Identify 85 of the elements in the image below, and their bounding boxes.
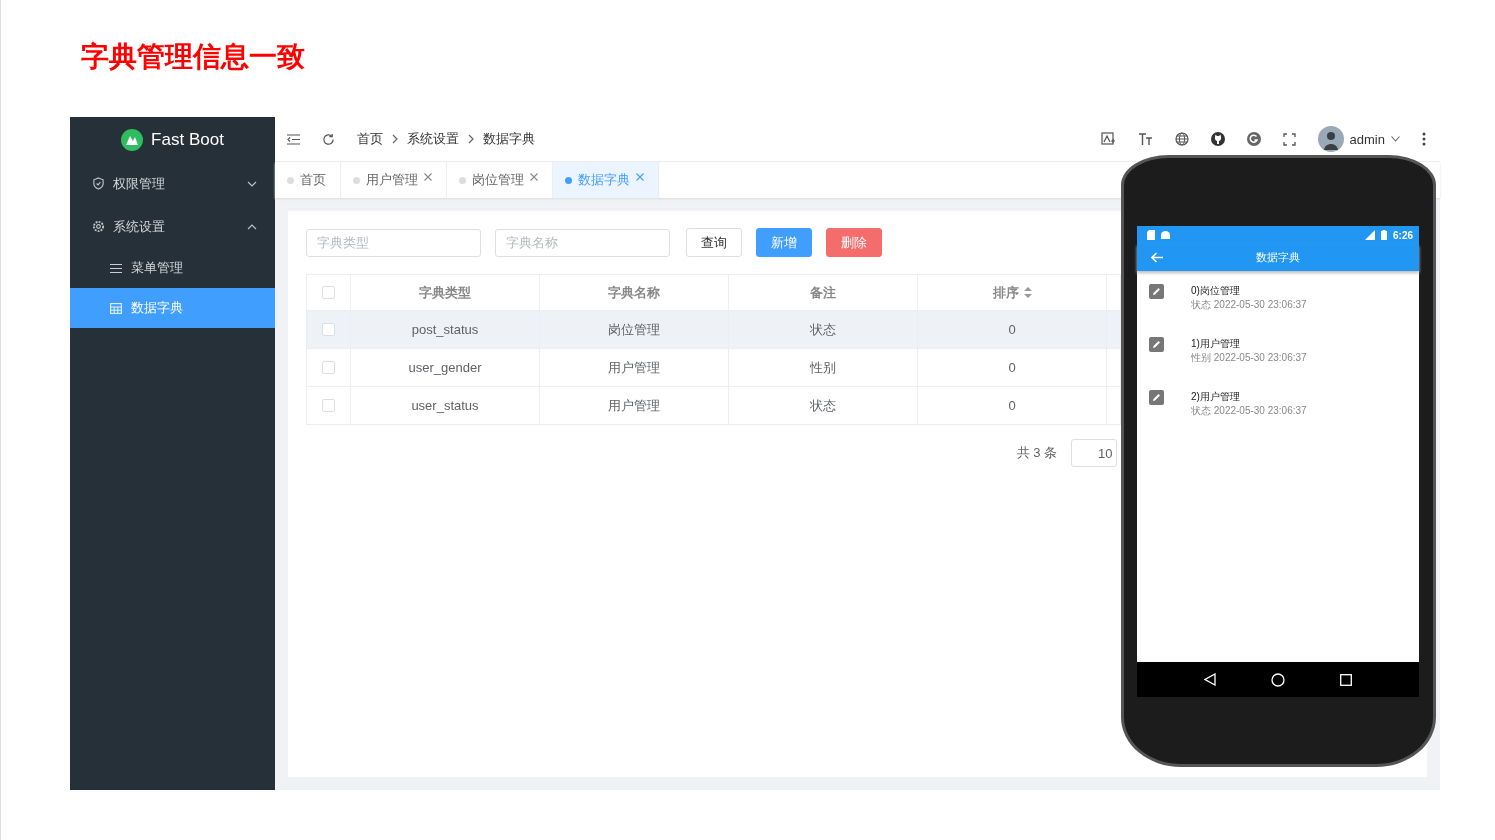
sort-icon[interactable] — [1023, 287, 1032, 298]
item-subtitle: 状态 2022-05-30 23:06:37 — [1191, 298, 1307, 312]
user-name[interactable]: admin — [1349, 131, 1385, 147]
battery-icon — [1381, 230, 1387, 240]
status-dot — [287, 176, 294, 184]
checkbox[interactable] — [322, 361, 335, 374]
menu-icon[interactable] — [287, 133, 300, 145]
close-icon[interactable] — [636, 173, 644, 181]
item-subtitle: 状态 2022-05-30 23:06:37 — [1191, 404, 1307, 418]
table-row[interactable]: post_status 岗位管理 状态 0 — [307, 310, 1120, 348]
table-cell: 0 — [917, 349, 1106, 386]
app-logo-text: Fast Boot — [151, 129, 224, 150]
search-field[interactable]: 字典名称 — [495, 228, 670, 257]
status-dot — [459, 176, 466, 184]
breadcrumb-item[interactable]: 数据字典 — [483, 130, 535, 148]
breadcrumb-item[interactable]: 首页 — [357, 130, 383, 148]
screen-title: 数据字典 — [1256, 250, 1300, 265]
shield-icon — [92, 177, 105, 190]
item-title: 0)岗位管理 — [1191, 284, 1241, 298]
fullscreen-icon[interactable] — [1282, 132, 1296, 146]
table-cell: 用户管理 — [539, 387, 728, 424]
text-size-icon[interactable] — [1137, 132, 1153, 146]
android-icon — [1161, 231, 1170, 239]
table-cell: 性别 — [728, 349, 917, 386]
table-cell: user_gender — [350, 349, 539, 386]
table-cell: 0 — [917, 387, 1106, 424]
chevron-right-icon — [468, 134, 474, 144]
back-arrow-icon[interactable] — [1151, 252, 1163, 263]
slide-title: 字典管理信息一致 — [81, 40, 305, 74]
list-item[interactable]: 1)用户管理 性别 2022-05-30 23:06:37 — [1137, 337, 1419, 390]
item-title: 1)用户管理 — [1191, 337, 1241, 351]
chevron-down-icon[interactable] — [1391, 136, 1400, 142]
status-time: 6:26 — [1393, 229, 1413, 241]
settings-icon — [92, 220, 105, 233]
signal-icon — [1365, 230, 1375, 240]
table-cell: 0 — [917, 311, 1106, 348]
chevron-up-icon — [247, 223, 257, 230]
list-item[interactable]: 2)用户管理 状态 2022-05-30 23:06:37 — [1137, 390, 1419, 443]
table-cell: 用户管理 — [539, 349, 728, 386]
status-dot — [353, 176, 360, 184]
avatar[interactable] — [1317, 126, 1344, 152]
item-subtitle: 性别 2022-05-30 23:06:37 — [1191, 351, 1307, 365]
recents-icon[interactable] — [1339, 673, 1352, 686]
home-icon[interactable] — [1271, 672, 1285, 687]
table-icon — [110, 302, 122, 314]
tab[interactable]: 用户管理 — [341, 162, 447, 198]
sidebar-item[interactable]: 菜单管理 — [70, 248, 275, 288]
list-item[interactable]: 0)岗位管理 状态 2022-05-30 23:06:37 — [1137, 284, 1419, 337]
circle-g-icon[interactable] — [1246, 132, 1261, 146]
item-title: 2)用户管理 — [1191, 390, 1241, 404]
tab[interactable]: 首页 — [275, 162, 341, 198]
total-count: 共 3 条 — [1016, 444, 1057, 462]
status-dot — [565, 176, 572, 184]
back-icon[interactable] — [1204, 673, 1217, 686]
list-icon — [110, 262, 122, 274]
table-cell: 岗位管理 — [539, 311, 728, 348]
edit-icon — [1149, 284, 1164, 299]
search-field[interactable]: 字典类型 — [306, 228, 481, 257]
chevron-right-icon — [392, 134, 398, 144]
breadcrumb-item[interactable]: 系统设置 — [407, 130, 459, 148]
table-cell: user_status — [350, 387, 539, 424]
table-row[interactable]: user_gender 用户管理 性别 0 — [307, 348, 1120, 386]
table-row[interactable]: user_status 用户管理 状态 0 — [307, 386, 1120, 424]
sd-card-icon — [1147, 230, 1155, 240]
edit-icon — [1149, 390, 1164, 405]
chevron-down-icon — [247, 180, 257, 187]
close-icon[interactable] — [530, 173, 538, 181]
table-cell: 状态 — [728, 311, 917, 348]
table-cell: post_status — [350, 311, 539, 348]
globe-icon[interactable] — [1174, 132, 1189, 146]
sidebar-group[interactable]: 权限管理 — [70, 162, 275, 205]
page-size-select[interactable]: 10 — [1071, 439, 1117, 467]
image-icon[interactable] — [1100, 131, 1116, 147]
cat-logo-icon[interactable] — [1210, 132, 1225, 146]
table-cell: 状态 — [728, 387, 917, 424]
sidebar-group[interactable]: 系统设置 — [70, 205, 275, 248]
query-button[interactable]: 查询 — [686, 228, 742, 257]
checkbox[interactable] — [322, 286, 335, 299]
logo-icon — [121, 128, 144, 151]
refresh-icon[interactable] — [322, 132, 335, 146]
more-icon[interactable] — [1422, 132, 1426, 146]
checkbox[interactable] — [322, 323, 335, 336]
close-icon[interactable] — [424, 173, 432, 181]
checkbox[interactable] — [322, 399, 335, 412]
edit-icon — [1149, 337, 1164, 352]
